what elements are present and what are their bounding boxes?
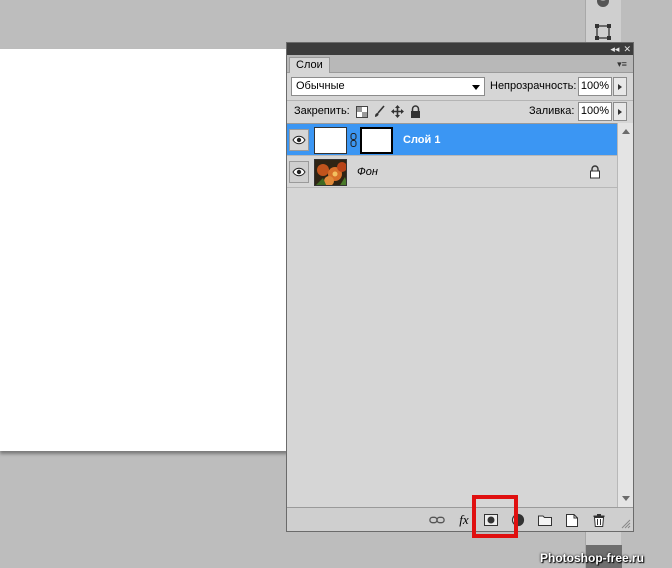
- highlight-box: [472, 495, 518, 538]
- document-canvas[interactable]: [0, 49, 288, 451]
- visibility-toggle[interactable]: [289, 161, 309, 183]
- visibility-toggle[interactable]: [289, 129, 309, 151]
- collapse-panel-icon[interactable]: ◂◂: [610, 44, 619, 55]
- link-layers-icon[interactable]: [429, 512, 445, 528]
- layer-mask-thumbnail[interactable]: [360, 127, 393, 154]
- panel-menu-icon[interactable]: ▾≡: [615, 58, 629, 70]
- panel-bottom-bar: fx: [287, 507, 633, 531]
- watermark: Photoshop-free.ru: [540, 551, 644, 565]
- chevron-down-icon: [472, 85, 480, 90]
- transform-tool-icon[interactable]: [592, 22, 614, 42]
- opacity-input[interactable]: 100%: [578, 77, 612, 96]
- blend-mode-value: Обычные: [296, 80, 345, 92]
- lock-move-icon[interactable]: [391, 105, 404, 118]
- layer-name[interactable]: Слой 1: [403, 124, 440, 156]
- eye-icon: [292, 135, 306, 145]
- panel-titlebar[interactable]: ◂◂ ✕: [287, 43, 633, 55]
- layers-panel: ◂◂ ✕ Слои ▾≡ Обычные Непрозрачность: 100…: [286, 42, 634, 532]
- scroll-down-icon[interactable]: [622, 496, 630, 501]
- opacity-label: Непрозрачность:: [490, 80, 577, 92]
- blend-row: Обычные Непрозрачность: 100%: [291, 77, 629, 97]
- flower-thumbnail[interactable]: [314, 159, 347, 186]
- new-group-icon[interactable]: [537, 512, 553, 528]
- new-layer-icon[interactable]: [564, 512, 580, 528]
- fx-icon[interactable]: fx: [456, 512, 472, 528]
- layer-thumbnail[interactable]: [314, 127, 347, 154]
- chevron-right-icon: [618, 108, 622, 115]
- layer-row[interactable]: Слой 1: [287, 124, 617, 156]
- fx-label: fx: [459, 512, 469, 527]
- lock-row: Закрепить: Заливка: 100%: [291, 101, 629, 123]
- layers-list[interactable]: Слой 1 Фон: [287, 123, 617, 507]
- tab-layers[interactable]: Слои: [289, 57, 330, 73]
- resize-grip-icon[interactable]: [621, 519, 631, 529]
- layers-scrollbar[interactable]: [617, 123, 633, 507]
- close-panel-icon[interactable]: ✕: [623, 44, 631, 55]
- fill-label: Заливка:: [529, 105, 575, 117]
- lock-all-icon[interactable]: [409, 105, 422, 118]
- fill-slider-button[interactable]: [613, 102, 627, 121]
- opacity-slider-button[interactable]: [613, 77, 627, 96]
- fill-input[interactable]: 100%: [578, 102, 612, 121]
- scroll-up-icon[interactable]: [622, 129, 630, 134]
- layer-name[interactable]: Фон: [357, 156, 378, 188]
- chevron-right-icon: [618, 83, 622, 90]
- eye-icon: [292, 167, 306, 177]
- mask-link-icon[interactable]: [350, 133, 357, 147]
- 3d-tool-icon[interactable]: [592, 0, 614, 12]
- lock-icon: [590, 165, 600, 179]
- trash-icon[interactable]: [591, 512, 607, 528]
- panel-tabbar: Слои ▾≡: [287, 55, 633, 73]
- lock-label: Закрепить:: [294, 105, 350, 117]
- lock-paint-icon[interactable]: [373, 105, 386, 118]
- layer-row[interactable]: Фон: [287, 156, 617, 188]
- lock-transparency-icon[interactable]: [355, 105, 368, 118]
- blend-mode-select[interactable]: Обычные: [291, 77, 485, 96]
